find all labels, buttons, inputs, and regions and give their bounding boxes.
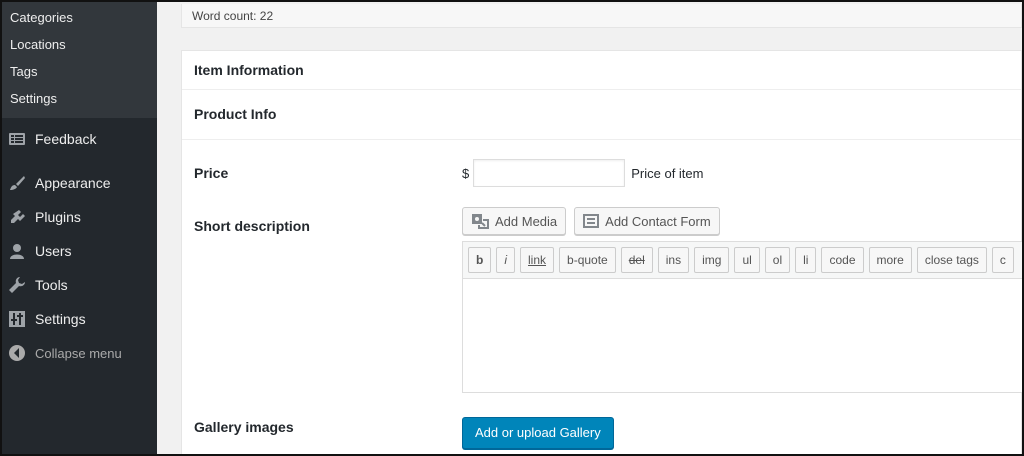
price-input[interactable] (473, 159, 626, 187)
sidebar-item-settings[interactable]: Settings (2, 302, 157, 336)
quicktag-li[interactable]: li (795, 247, 817, 273)
quicktag-ul[interactable]: ul (734, 247, 760, 273)
submenu-item-settings[interactable]: Settings (2, 85, 157, 112)
add-media-label: Add Media (495, 213, 558, 229)
section-title: Product Info (182, 90, 1021, 140)
quicktag-ol[interactable]: ol (764, 247, 791, 273)
contact-form-icon (583, 214, 600, 228)
feedback-icon (8, 130, 26, 148)
editor-textarea[interactable] (463, 279, 1022, 391)
wrench-icon (8, 276, 26, 294)
collapse-menu-button[interactable]: Collapse menu (2, 336, 157, 370)
sidebar-item-label: Appearance (35, 175, 111, 191)
user-icon (8, 242, 26, 260)
sidebar-item-label: Feedback (35, 131, 97, 147)
quicktag-italic[interactable]: i (496, 247, 516, 273)
quicktag-close-tags[interactable]: close tags (916, 247, 987, 273)
quicktag-img[interactable]: img (694, 247, 730, 273)
quicktags-toolbar: b i link b-quote del ins img ul ol li co… (463, 242, 1022, 279)
quicktag-del[interactable]: del (620, 247, 653, 273)
sidebar-item-label: Plugins (35, 209, 81, 225)
price-hint: Price of item (631, 165, 704, 181)
box-title: Item Information (182, 51, 1021, 90)
short-description-editor: b i link b-quote del ins img ul ol li co… (462, 241, 1022, 393)
sidebar-item-users[interactable]: Users (2, 234, 157, 268)
submenu-item-tags[interactable]: Tags (2, 58, 157, 85)
quicktag-more[interactable]: more (868, 247, 912, 273)
sidebar-item-feedback[interactable]: Feedback (2, 122, 157, 156)
add-contact-form-button[interactable]: Add Contact Form (574, 207, 720, 235)
quicktag-bold[interactable]: b (468, 247, 492, 273)
price-row: $ Price of item (462, 159, 703, 187)
sidebar-item-label: Settings (35, 311, 86, 327)
collapse-menu-label: Collapse menu (35, 345, 122, 361)
quicktag-link[interactable]: link (520, 247, 555, 273)
settings-sliders-icon (8, 310, 26, 328)
quicktag-code[interactable]: code (821, 247, 864, 273)
quicktag-cut-off[interactable]: c (991, 247, 1014, 273)
quicktag-ins[interactable]: ins (657, 247, 690, 273)
add-contact-form-label: Add Contact Form (605, 213, 711, 229)
item-information-box: Item Information Product Info Price $ Pr… (181, 50, 1022, 454)
sidebar-submenu: Categories Locations Tags Settings (2, 2, 157, 118)
short-description-label: Short description (194, 218, 310, 234)
plugin-icon (8, 208, 26, 226)
add-gallery-button[interactable]: Add or upload Gallery (462, 417, 614, 449)
brush-icon (8, 174, 26, 192)
admin-sidebar: Categories Locations Tags Settings Feedb… (2, 2, 157, 454)
submenu-item-categories[interactable]: Categories (2, 4, 157, 31)
add-media-button[interactable]: Add Media (462, 207, 567, 235)
sidebar-item-appearance[interactable]: Appearance (2, 166, 157, 200)
media-buttons: Add Media Add Contact Form (462, 207, 728, 235)
currency-symbol: $ (462, 165, 470, 181)
media-icon (471, 213, 489, 229)
word-count: Word count: 22 (181, 4, 1022, 28)
gallery-images-label: Gallery images (194, 419, 294, 435)
collapse-arrow-icon (8, 344, 26, 362)
main-content: Word count: 22 Item Information Product … (157, 2, 1022, 454)
sidebar-item-tools[interactable]: Tools (2, 268, 157, 302)
sidebar-item-label: Tools (35, 277, 68, 293)
sidebar-item-label: Users (35, 243, 72, 259)
admin-frame: Categories Locations Tags Settings Feedb… (0, 0, 1024, 456)
submenu-item-locations[interactable]: Locations (2, 31, 157, 58)
sidebar-item-plugins[interactable]: Plugins (2, 200, 157, 234)
quicktag-blockquote[interactable]: b-quote (559, 247, 616, 273)
price-label: Price (194, 165, 229, 181)
sidebar-menu: Feedback Appearance Plugins Users Tools … (2, 118, 157, 370)
